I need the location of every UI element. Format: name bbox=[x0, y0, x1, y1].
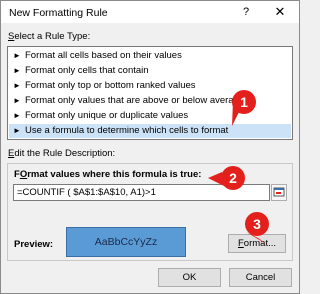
callout-badge: 1 bbox=[232, 90, 256, 114]
callout-badge: 2 bbox=[221, 166, 245, 190]
callout-1-pointer bbox=[208, 101, 268, 245]
callout-badge: 3 bbox=[245, 212, 269, 236]
